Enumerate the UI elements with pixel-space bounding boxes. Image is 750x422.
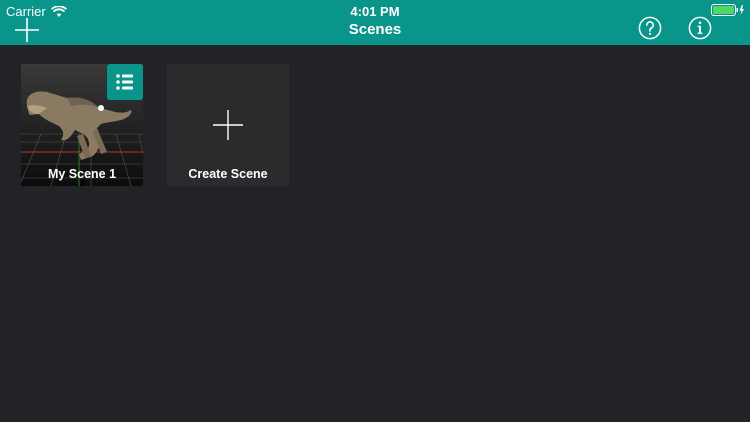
scene-title: My Scene 1 <box>47 167 117 181</box>
add-icon <box>15 18 39 42</box>
help-icon <box>638 16 662 40</box>
create-scene-card[interactable]: Create Scene <box>167 64 289 186</box>
help-button[interactable] <box>638 16 662 40</box>
battery-charging-icon <box>711 4 745 16</box>
add-scene-button[interactable] <box>14 17 40 43</box>
scene-card[interactable]: My Scene 1 <box>21 64 143 186</box>
create-scene-label: Create Scene <box>188 167 268 181</box>
navigation-bar: Carrier 4:01 PM Scenes <box>0 0 750 45</box>
scene-menu-button[interactable] <box>107 64 143 100</box>
info-icon <box>688 16 712 40</box>
info-button[interactable] <box>688 16 712 40</box>
list-icon <box>116 74 133 90</box>
plus-icon <box>213 110 243 140</box>
